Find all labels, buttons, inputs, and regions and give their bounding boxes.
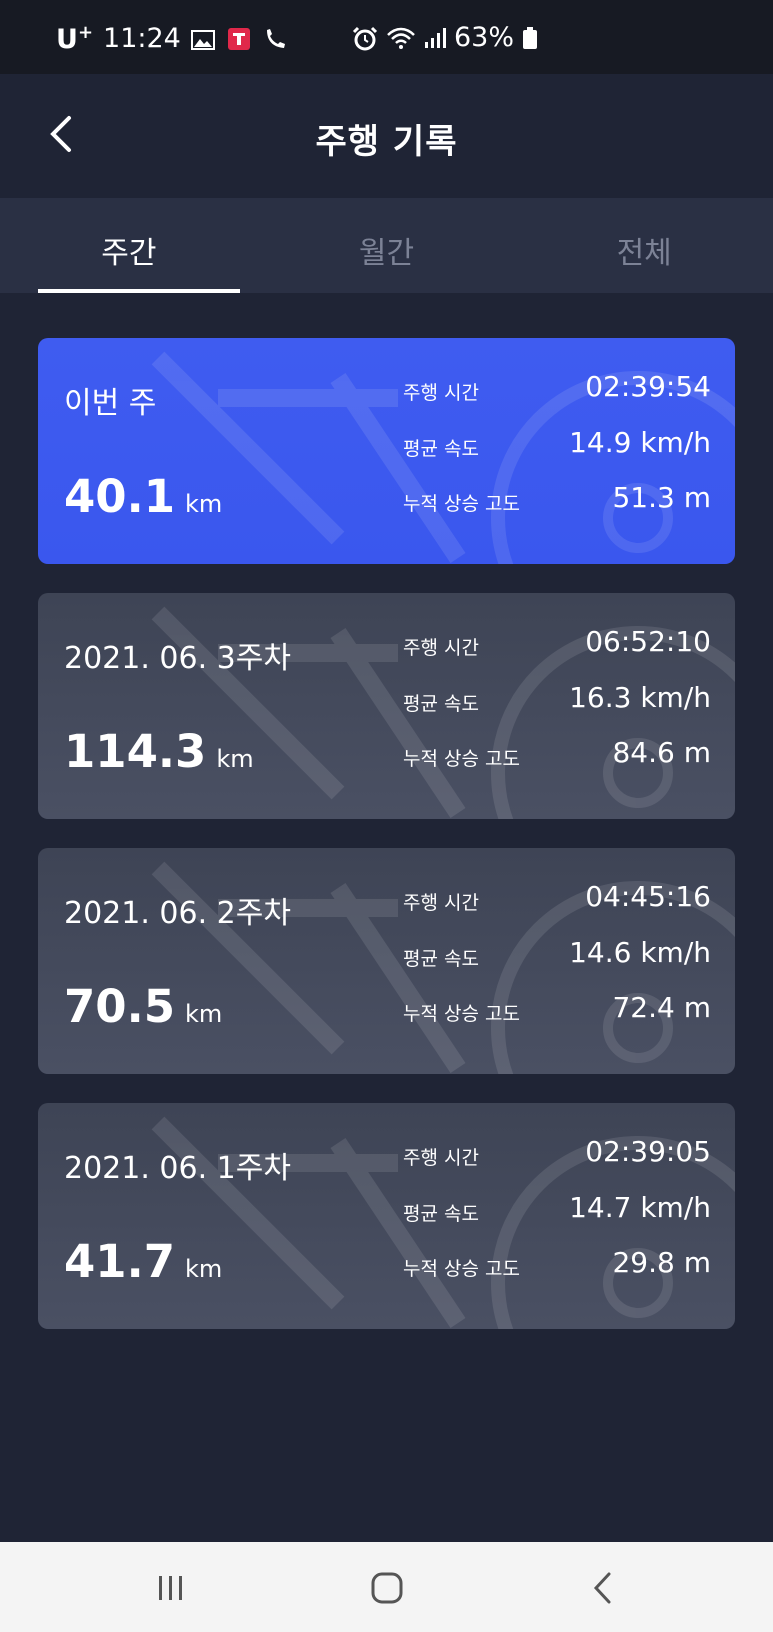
elevation-row: 누적 상승 고도 84.6 m (403, 736, 711, 776)
avg-speed-label: 평균 속도 (403, 948, 479, 970)
elevation-label: 누적 상승 고도 (403, 1003, 520, 1025)
record-period: 2021. 06. 3주차 (64, 641, 291, 676)
ride-time-value: 02:39:54 (585, 370, 711, 403)
avg-speed-value: 16.3 km/h (569, 681, 711, 714)
record-period: 이번 주 (64, 386, 157, 421)
elevation-value: 29.8 m (612, 1246, 711, 1279)
tab-all[interactable]: 전체 (515, 198, 773, 293)
ride-time-label: 주행 시간 (403, 1147, 479, 1169)
distance-unit: km (216, 745, 254, 773)
avg-speed-row: 평균 속도 14.7 km/h (403, 1191, 711, 1231)
status-right: 63% (352, 22, 538, 53)
elevation-row: 누적 상승 고도 29.8 m (403, 1246, 711, 1286)
ride-time-row: 주행 시간 04:45:16 (403, 880, 711, 920)
signal-icon (424, 26, 446, 50)
status-bar: U+ 11:24 63% (0, 0, 773, 74)
recent-apps-icon (159, 1576, 182, 1600)
elevation-row: 누적 상승 고도 72.4 m (403, 991, 711, 1031)
carrier-label: U+ (56, 22, 94, 55)
record-distance: 114.3 km (64, 725, 254, 778)
page-title: 주행 기록 (315, 122, 458, 162)
clock: 11:24 (103, 23, 181, 54)
home-icon (371, 1572, 403, 1604)
record-card-week-1[interactable]: 2021. 06. 1주차 41.7 km 주행 시간 02:39:05 평균 속… (38, 1103, 735, 1329)
avg-speed-value: 14.7 km/h (569, 1191, 711, 1224)
call-icon (263, 27, 289, 51)
ride-time-label: 주행 시간 (403, 382, 479, 404)
distance-unit: km (185, 1255, 223, 1283)
record-period: 2021. 06. 2주차 (64, 896, 291, 931)
avg-speed-label: 평균 속도 (403, 693, 479, 715)
ride-time-row: 주행 시간 02:39:54 (403, 370, 711, 410)
avg-speed-row: 평균 속도 14.9 km/h (403, 426, 711, 466)
app-badge-icon (227, 27, 253, 51)
home-button[interactable] (357, 1566, 417, 1610)
tab-monthly[interactable]: 월간 (258, 198, 516, 293)
ride-time-row: 주행 시간 02:39:05 (403, 1135, 711, 1175)
ride-time-value: 02:39:05 (585, 1135, 711, 1168)
record-distance: 70.5 km (64, 980, 223, 1033)
recent-apps-button[interactable] (141, 1566, 201, 1610)
record-distance: 41.7 km (64, 1235, 223, 1288)
elevation-row: 누적 상승 고도 51.3 m (403, 481, 711, 521)
tab-weekly[interactable]: 주간 (0, 198, 258, 293)
wifi-icon (386, 26, 416, 50)
record-card-current-week[interactable]: 이번 주 40.1 km 주행 시간 02:39:54 평균 속도 14.9 km… (38, 338, 735, 564)
system-back-button[interactable] (573, 1566, 633, 1610)
ride-time-value: 06:52:10 (585, 625, 711, 658)
ride-time-label: 주행 시간 (403, 892, 479, 914)
app-header: 주행 기록 (0, 74, 773, 198)
alarm-icon (352, 26, 378, 50)
avg-speed-label: 평균 속도 (403, 438, 479, 460)
avg-speed-label: 평균 속도 (403, 1203, 479, 1225)
system-nav-bar (0, 1542, 773, 1632)
battery-icon (522, 26, 538, 50)
avg-speed-row: 평균 속도 14.6 km/h (403, 936, 711, 976)
avg-speed-value: 14.6 km/h (569, 936, 711, 969)
elevation-value: 51.3 m (612, 481, 711, 514)
status-left: U+ 11:24 (56, 22, 289, 55)
back-icon (593, 1572, 611, 1604)
ride-time-value: 04:45:16 (585, 880, 711, 913)
avg-speed-row: 평균 속도 16.3 km/h (403, 681, 711, 721)
elevation-label: 누적 상승 고도 (403, 748, 520, 770)
elevation-value: 84.6 m (612, 736, 711, 769)
battery-percent: 63% (454, 22, 515, 53)
elevation-label: 누적 상승 고도 (403, 1258, 520, 1280)
distance-unit: km (185, 490, 223, 518)
ride-time-label: 주행 시간 (403, 637, 479, 659)
period-tabs: 주간 월간 전체 (0, 198, 773, 293)
record-card-week-2[interactable]: 2021. 06. 2주차 70.5 km 주행 시간 04:45:16 평균 속… (38, 848, 735, 1074)
ride-time-row: 주행 시간 06:52:10 (403, 625, 711, 665)
ride-record-list: 이번 주 40.1 km 주행 시간 02:39:54 평균 속도 14.9 km… (38, 338, 735, 1358)
image-icon (190, 27, 217, 51)
record-distance: 40.1 km (64, 470, 223, 523)
elevation-value: 72.4 m (612, 991, 711, 1024)
avg-speed-value: 14.9 km/h (569, 426, 711, 459)
record-period: 2021. 06. 1주차 (64, 1151, 291, 1186)
distance-unit: km (185, 1000, 223, 1028)
record-card-week-3[interactable]: 2021. 06. 3주차 114.3 km 주행 시간 06:52:10 평균 … (38, 593, 735, 819)
elevation-label: 누적 상승 고도 (403, 493, 520, 515)
